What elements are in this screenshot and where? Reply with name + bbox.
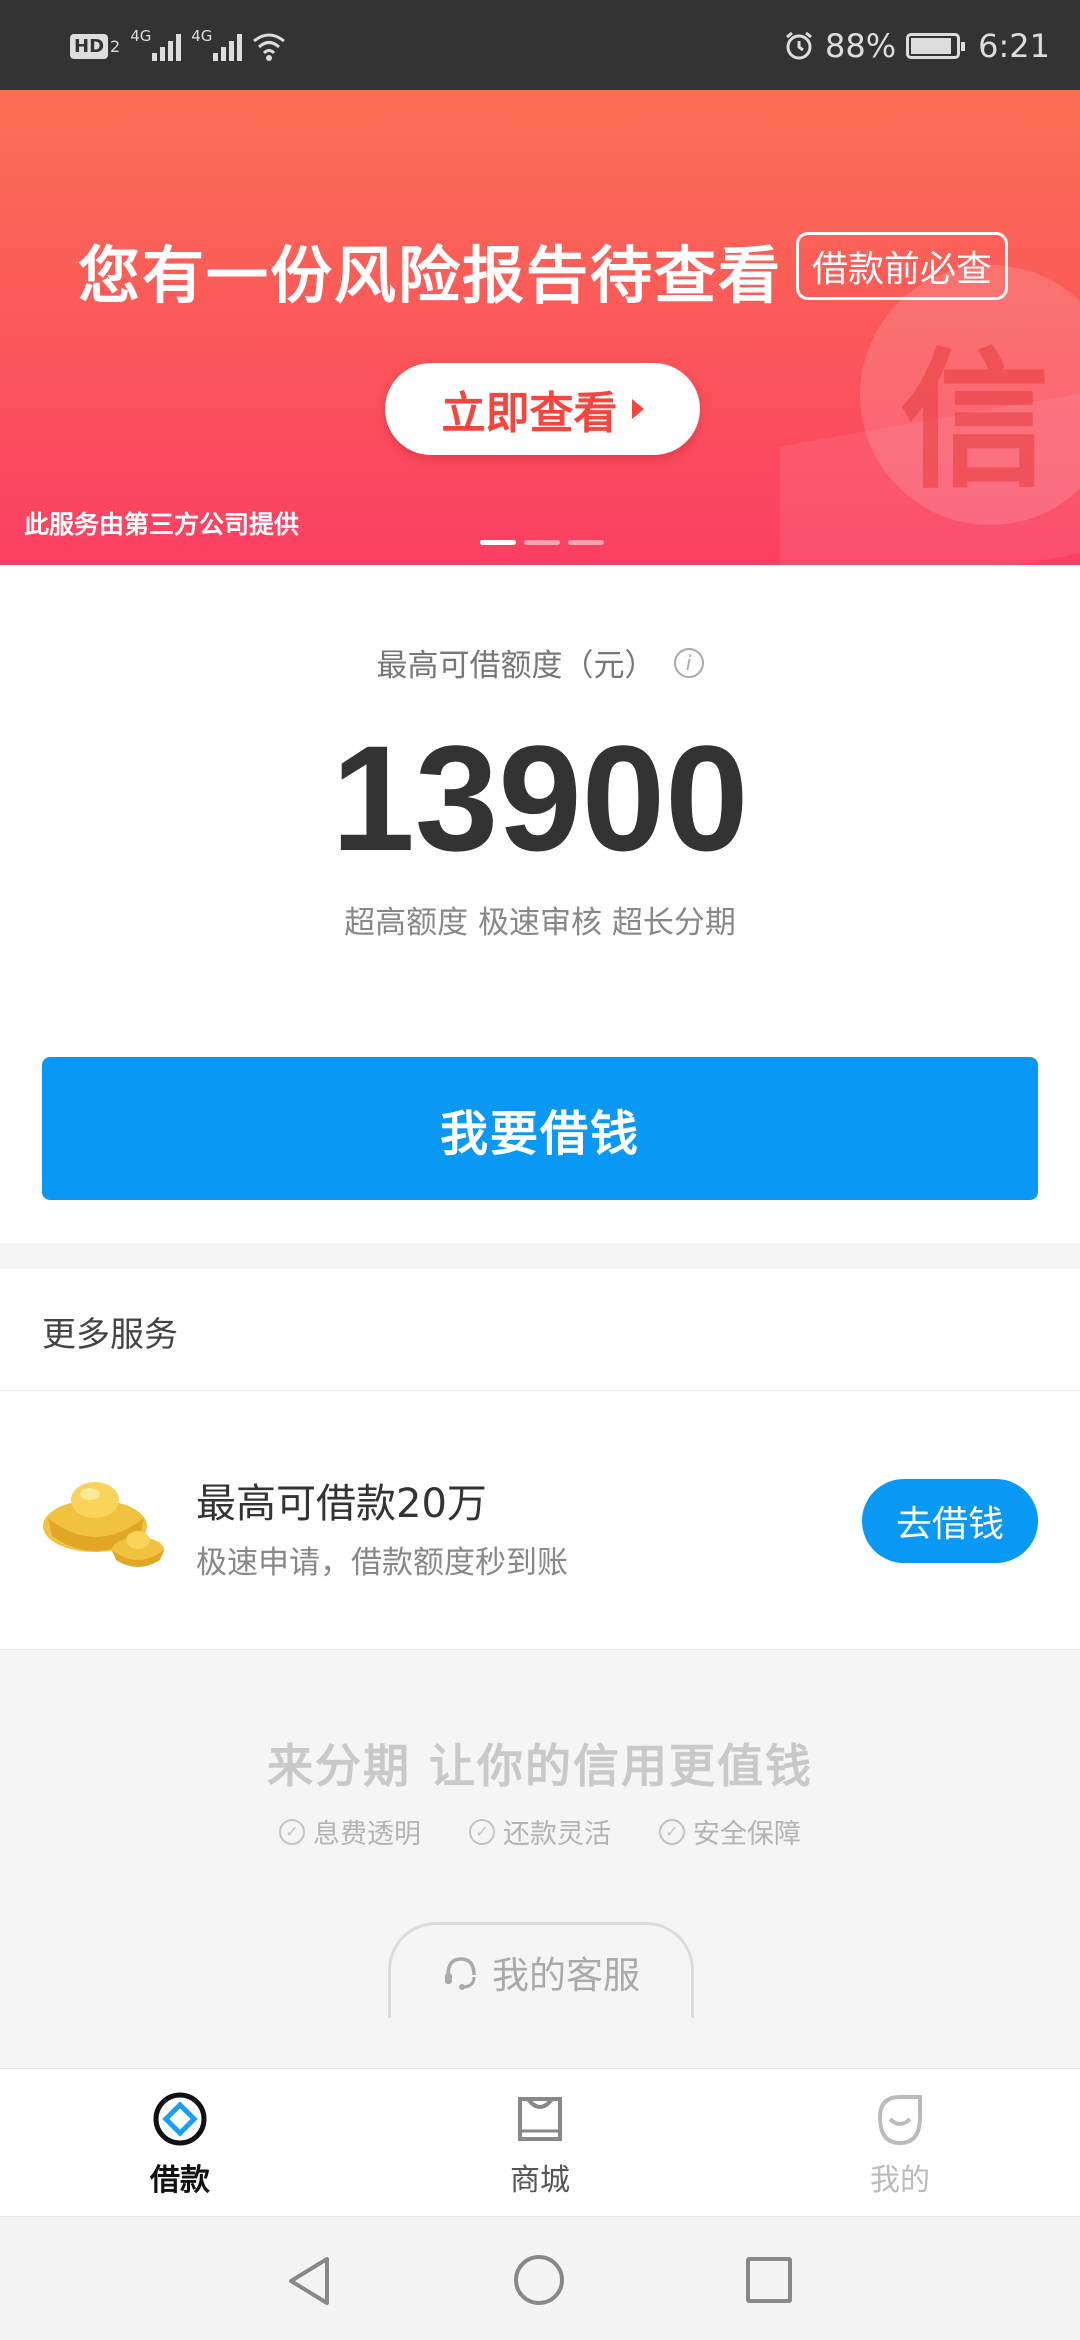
third-party-note: 此服务由第三方公司提供	[24, 510, 300, 539]
check-circle-icon: ✓	[279, 1818, 305, 1845]
play-arrow-icon	[631, 399, 644, 419]
credit-char-decoration: 信	[899, 335, 1050, 509]
carousel-dot	[480, 540, 516, 545]
network-type-2: 4G	[191, 27, 213, 45]
status-bar: HD 2 4G 4G 88% 6:21	[0, 0, 1080, 90]
clock: 6:21	[978, 27, 1050, 65]
borrow-money-button[interactable]: 我要借钱	[42, 1057, 1038, 1200]
tab-label: 我的	[870, 2163, 930, 2198]
credit-limit-label: 最高可借额度（元） i	[0, 640, 1080, 685]
risk-report-banner[interactable]: 信 您有一份风险报告待查看 借款前必查 立即查看 此服务由第三方公司提供	[0, 90, 1080, 565]
credit-limit-description: 超高额度 极速审核 超长分期	[344, 905, 736, 941]
feature-list: ✓ 息费透明 ✓ 还款灵活 ✓ 安全保障	[0, 1812, 1080, 1851]
feature-label: 还款灵活	[503, 1819, 611, 1850]
promo-slogan: 来分期 让你的信用更值钱	[266, 1739, 813, 1793]
view-now-button[interactable]: 立即查看	[385, 363, 700, 455]
wifi-icon	[253, 33, 286, 61]
cell-signal-icon: 4G	[130, 27, 182, 61]
bottom-tab-bar: 借款 商城 我的	[0, 2068, 1080, 2216]
feature-label: 安全保障	[693, 1819, 801, 1850]
shop-bag-icon	[518, 2097, 562, 2141]
feature-item: ✓ 安全保障	[659, 1812, 801, 1851]
tab-shop[interactable]: 商城	[360, 2069, 720, 2216]
banner-tag: 借款前必查	[796, 232, 1008, 300]
back-icon[interactable]	[285, 2255, 333, 2307]
section-divider	[0, 1243, 1080, 1269]
smile-face-icon	[877, 2095, 922, 2146]
service-title: 最高可借款20万	[196, 1481, 487, 1527]
customer-service-button[interactable]: 我的客服	[388, 1922, 694, 2018]
service-subtitle: 极速申请，借款额度秒到账	[196, 1545, 568, 1581]
tab-label: 借款	[150, 2163, 210, 2198]
gold-ingot-icon	[43, 1482, 164, 1567]
status-left: HD 2 4G 4G	[70, 24, 286, 68]
customer-service-label: 我的客服	[492, 1953, 640, 1997]
battery-icon	[906, 33, 966, 59]
more-services-title: 更多服务	[42, 1315, 178, 1355]
promo-area: 来分期 让你的信用更值钱 ✓ 息费透明 ✓ 还款灵活 ✓ 安全保障 我的客服	[0, 1649, 1080, 2069]
check-circle-icon: ✓	[469, 1818, 495, 1845]
banner-title: 您有一份风险报告待查看	[78, 239, 783, 312]
view-now-label: 立即查看	[441, 388, 618, 439]
recent-apps-icon[interactable]	[746, 2257, 792, 2303]
alarm-icon	[786, 31, 812, 60]
info-icon[interactable]: i	[673, 647, 704, 678]
credit-limit-label-text: 最高可借额度（元）	[376, 648, 656, 684]
home-icon[interactable]	[514, 2255, 564, 2305]
tab-label: 商城	[510, 2163, 570, 2198]
hd-sub: 2	[110, 36, 121, 56]
feature-item: ✓ 息费透明	[279, 1812, 421, 1851]
tab-mine[interactable]: 我的	[720, 2069, 1080, 2216]
system-nav-bar	[0, 2216, 1080, 2340]
battery-percent: 88%	[825, 27, 897, 65]
carousel-dot	[568, 540, 604, 545]
network-type-1: 4G	[130, 27, 152, 45]
tab-loan[interactable]: 借款	[0, 2069, 360, 2216]
loan-diamond-icon	[153, 2092, 207, 2146]
feature-label: 息费透明	[313, 1819, 421, 1850]
status-right: 88% 6:21	[783, 24, 1050, 68]
loan-service-item[interactable]: 最高可借款20万 极速申请，借款额度秒到账 去借钱	[0, 1391, 1080, 1649]
headset-icon	[445, 1956, 476, 1990]
go-borrow-button[interactable]: 去借钱	[862, 1479, 1038, 1563]
carousel-indicator	[480, 540, 604, 545]
check-circle-icon: ✓	[659, 1818, 685, 1845]
feature-item: ✓ 还款灵活	[469, 1812, 611, 1851]
carousel-dot	[524, 540, 560, 545]
hd-badge: HD	[70, 33, 109, 59]
credit-limit-amount: 13900	[331, 714, 749, 882]
cell-signal-icon-2: 4G	[191, 27, 243, 61]
